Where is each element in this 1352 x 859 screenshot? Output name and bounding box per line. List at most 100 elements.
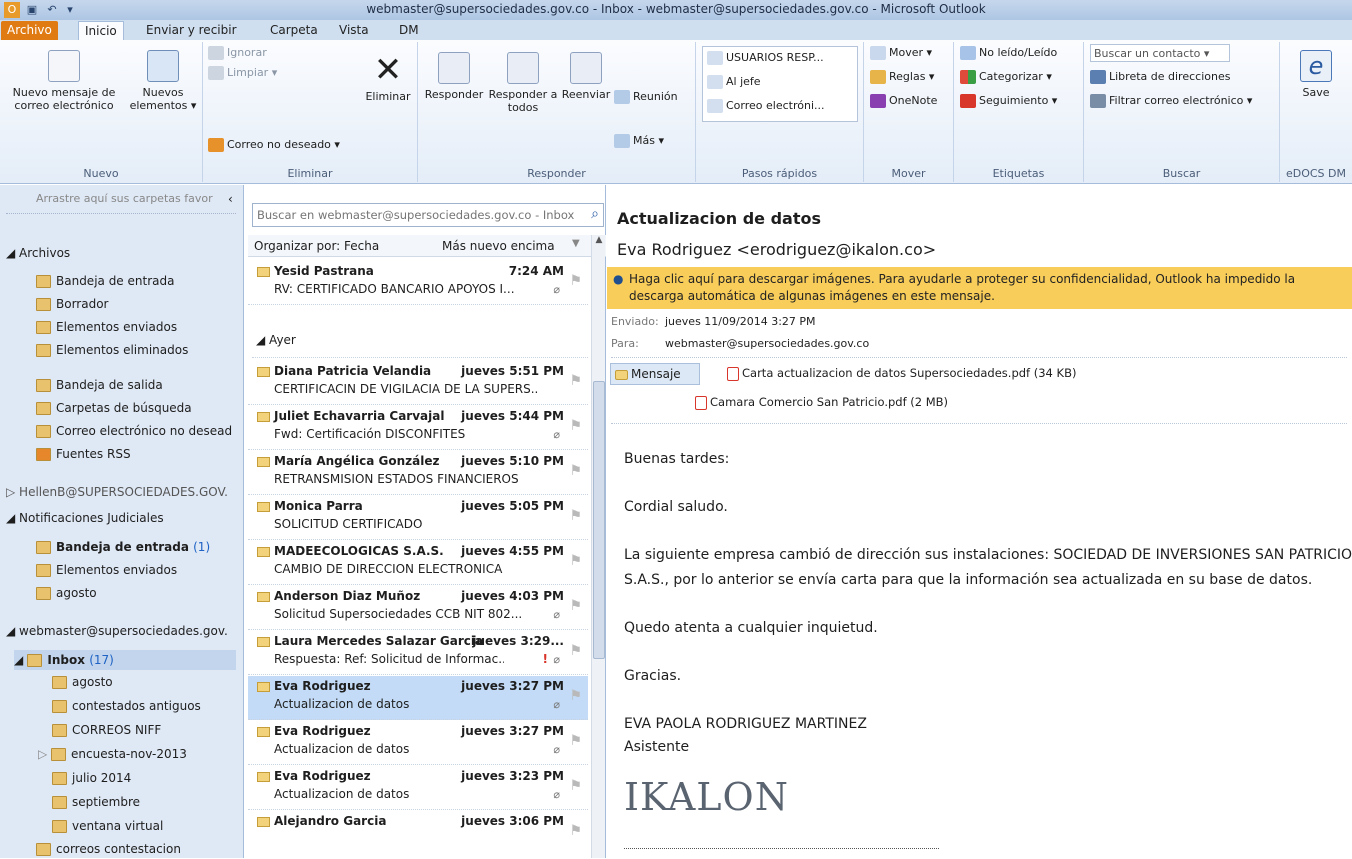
folder-septiembre[interactable]: septiembre xyxy=(52,792,140,812)
folder-group-archivos[interactable]: ◢ Archivos xyxy=(6,243,70,263)
folder-notif-bandeja-entrada[interactable]: Bandeja de entrada (1) xyxy=(36,537,210,557)
flag-icon[interactable]: ⚑ xyxy=(569,733,582,749)
unread-read-button[interactable]: No leído/Leído xyxy=(960,44,1057,62)
meeting-button[interactable]: Reunión xyxy=(614,88,678,106)
flag-icon[interactable]: ⚑ xyxy=(569,643,582,659)
search-input[interactable] xyxy=(253,204,579,226)
scroll-up-icon[interactable]: ▲ xyxy=(593,235,605,249)
folder-agosto[interactable]: agosto xyxy=(52,672,113,692)
tab-vista[interactable]: Vista xyxy=(333,21,375,40)
message-item[interactable]: Laura Mercedes Salazar Garcia jueves 3:2… xyxy=(248,631,588,675)
folder-carpetas-busqueda[interactable]: Carpetas de búsqueda xyxy=(36,398,192,418)
tab-enviar-recibir[interactable]: Enviar y recibir xyxy=(140,21,243,40)
message-item[interactable]: Yesid Pastrana 7:24 AM RV: CERTIFICADO B… xyxy=(248,261,588,305)
folder-borrador[interactable]: Borrador xyxy=(36,294,108,314)
message-item-selected[interactable]: Eva Rodriguez jueves 3:27 PM Actualizaci… xyxy=(248,676,588,720)
list-scrollbar[interactable]: ▲ xyxy=(591,235,605,858)
folder-bandeja-salida[interactable]: Bandeja de salida xyxy=(36,375,163,395)
delete-button[interactable]: ✕ Eliminar xyxy=(360,50,416,103)
folder-notif-agosto[interactable]: agosto xyxy=(36,583,97,603)
sort-by[interactable]: Organizar por: Fecha xyxy=(254,239,379,253)
folder-correo-no-deseado[interactable]: Correo electrónico no desead xyxy=(36,421,232,441)
message-sender[interactable]: Eva Rodriguez <erodriguez@ikalon.co> xyxy=(617,240,936,259)
flag-icon[interactable]: ⚑ xyxy=(569,553,582,569)
contact-search-box[interactable]: Buscar un contacto ▾ xyxy=(1090,44,1230,62)
group-header-ayer[interactable]: ◢ Ayer xyxy=(256,333,296,347)
to-value[interactable]: webmaster@supersociedades.gov.co xyxy=(665,337,869,350)
folder-correos-niff[interactable]: CORREOS NIFF xyxy=(52,720,161,740)
move-button[interactable]: Mover ▾ xyxy=(870,44,932,62)
sort-dropdown-icon[interactable]: ▼ xyxy=(572,238,580,249)
collapse-icon: ◢ xyxy=(256,333,270,347)
message-item[interactable]: Juliet Echavarria Carvajal jueves 5:44 P… xyxy=(248,406,588,450)
rules-button[interactable]: Reglas ▾ xyxy=(870,68,934,86)
ignore-button[interactable]: Ignorar xyxy=(208,44,267,62)
onenote-button[interactable]: OneNote xyxy=(870,92,937,110)
folder-bandeja-entrada[interactable]: Bandeja de entrada xyxy=(36,271,174,291)
followup-button[interactable]: Seguimiento ▾ xyxy=(960,92,1057,110)
address-book-button[interactable]: Libreta de direcciones xyxy=(1090,68,1230,86)
message-item[interactable]: María Angélica González jueves 5:10 PM R… xyxy=(248,451,588,495)
message-date: jueves 5:10 PM xyxy=(461,454,564,468)
message-item[interactable]: Eva Rodriguez jueves 3:27 PM Actualizaci… xyxy=(248,721,588,765)
attachment-carta[interactable]: Carta actualizacion de datos Supersocied… xyxy=(727,366,1076,381)
flag-icon[interactable]: ⚑ xyxy=(569,598,582,614)
tab-dm[interactable]: DM xyxy=(393,21,425,40)
flag-icon[interactable]: ⚑ xyxy=(569,508,582,524)
folder-julio-2014[interactable]: julio 2014 xyxy=(52,768,131,788)
message-item[interactable]: Monica Parra jueves 5:05 PM SOLICITUD CE… xyxy=(248,496,588,540)
message-item[interactable]: Anderson Diaz Muñoz jueves 4:03 PM Solic… xyxy=(248,586,588,630)
sort-order[interactable]: Más nuevo encima xyxy=(442,239,555,253)
folder-contestados-antiguos[interactable]: contestados antiguos xyxy=(52,696,201,716)
account-notificaciones[interactable]: ◢ Notificaciones Judiciales xyxy=(6,508,164,528)
message-item[interactable]: Alejandro Garcia jueves 3:06 PM ⚑ xyxy=(248,811,588,858)
flag-icon[interactable]: ⚑ xyxy=(569,688,582,704)
flag-icon[interactable]: ⚑ xyxy=(569,373,582,389)
clean-button[interactable]: Limpiar ▾ xyxy=(208,64,277,82)
info-bar[interactable]: ● Haga clic aquí para descargar imágenes… xyxy=(607,267,1352,309)
message-item[interactable]: Diana Patricia Velandia jueves 5:51 PM C… xyxy=(248,361,588,405)
folder-elementos-enviados[interactable]: Elementos enviados xyxy=(36,317,177,337)
account-webmaster[interactable]: ◢ webmaster@supersociedades.gov. xyxy=(6,621,228,641)
collapse-pane-icon[interactable]: ‹ xyxy=(228,189,233,209)
categorize-button[interactable]: Categorizar ▾ xyxy=(960,68,1052,86)
tab-carpeta[interactable]: Carpeta xyxy=(264,21,324,40)
folder-notif-elementos-enviados[interactable]: Elementos enviados xyxy=(36,560,177,580)
quick-step-al-jefe[interactable]: Al jefe xyxy=(707,73,761,91)
flag-icon[interactable]: ⚑ xyxy=(569,463,582,479)
new-items-icon xyxy=(147,50,179,82)
message-item[interactable]: MADEECOLOGICAS S.A.S. jueves 4:55 PM CAM… xyxy=(248,541,588,585)
search-icon[interactable]: ⌕ xyxy=(591,206,599,222)
folder-fuentes-rss[interactable]: Fuentes RSS xyxy=(36,444,131,464)
attachment-camara[interactable]: Camara Comercio San Patricio.pdf (2 MB) xyxy=(695,395,948,410)
message-from: Juliet Echavarria Carvajal xyxy=(274,409,445,423)
flag-icon[interactable]: ⚑ xyxy=(569,778,582,794)
search-box[interactable]: ⌕ xyxy=(252,203,604,227)
flag-icon[interactable]: ⚑ xyxy=(569,823,582,839)
tab-inicio[interactable]: Inicio xyxy=(78,21,124,40)
message-item[interactable]: Eva Rodriguez jueves 3:23 PM Actualizaci… xyxy=(248,766,588,810)
folder-encuesta[interactable]: ▷ encuesta-nov-2013 xyxy=(38,744,187,764)
group-etiquetas: No leído/Leído Categorizar ▾ Seguimiento… xyxy=(954,42,1084,182)
account-hellen[interactable]: ▷ HellenB@SUPERSOCIEDADES.GOV. xyxy=(6,482,228,502)
filter-mail-button[interactable]: Filtrar correo electrónico ▾ xyxy=(1090,92,1252,110)
forward-button[interactable]: Reenviar xyxy=(560,52,612,101)
tab-archivo[interactable]: Archivo xyxy=(1,21,58,40)
reply-button[interactable]: Responder xyxy=(422,52,486,101)
quick-step-usuarios[interactable]: USUARIOS RESP... xyxy=(707,49,824,67)
edocs-save-button[interactable]: e Save xyxy=(1288,50,1344,99)
junk-button[interactable]: Correo no deseado ▾ xyxy=(208,136,340,154)
message-tab[interactable]: Mensaje xyxy=(610,363,700,385)
folder-correos-contestacion[interactable]: correos contestacion xyxy=(36,839,181,859)
new-mail-button[interactable]: Nuevo mensaje de correo electrónico xyxy=(4,50,124,112)
flag-icon[interactable]: ⚑ xyxy=(569,273,582,289)
folder-inbox[interactable]: ◢ Inbox (17) xyxy=(14,650,236,670)
more-button[interactable]: Más ▾ xyxy=(614,132,664,150)
scroll-thumb[interactable] xyxy=(593,381,605,659)
flag-icon[interactable]: ⚑ xyxy=(569,418,582,434)
reply-all-button[interactable]: Responder a todos xyxy=(488,52,558,114)
new-items-button[interactable]: Nuevos elementos ▾ xyxy=(128,50,198,112)
folder-elementos-eliminados[interactable]: Elementos eliminados xyxy=(36,340,188,360)
folder-ventana-virtual[interactable]: ventana virtual xyxy=(52,816,163,836)
quick-step-correo[interactable]: Correo electróni... xyxy=(707,97,825,115)
